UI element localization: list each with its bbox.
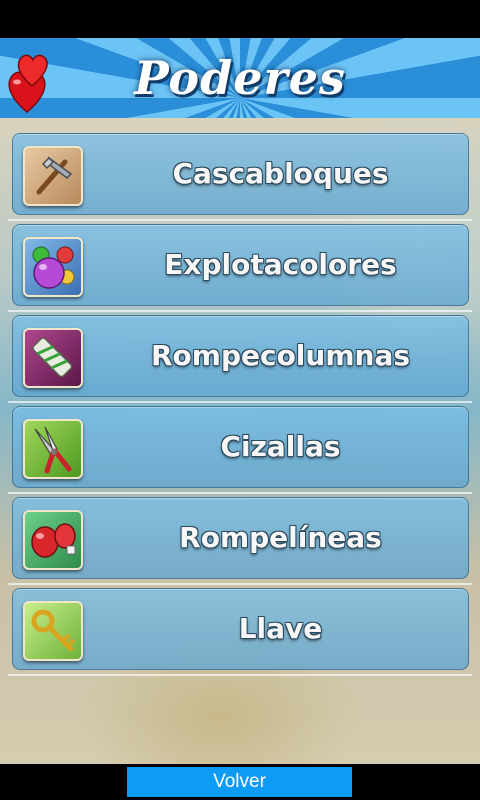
power-item-cascabloques[interactable]: Cascabloques (12, 133, 469, 215)
power-item-label: Explotacolores (164, 248, 397, 281)
power-item-label: Rompelíneas (179, 521, 382, 554)
power-item-rompecolumnas[interactable]: Rompecolumnas (12, 315, 469, 397)
divider (8, 310, 472, 312)
boxing-gloves-icon (23, 510, 83, 570)
power-item-label: Llave (238, 612, 323, 645)
header-banner: Poderes (0, 38, 480, 118)
power-item-rompelineas[interactable]: Rompelíneas (12, 497, 469, 579)
color-balloons-icon (23, 237, 83, 297)
power-item-cizallas[interactable]: Cizallas (12, 406, 469, 488)
divider (8, 674, 472, 676)
back-button[interactable]: Volver (127, 767, 352, 797)
power-item-explotacolores[interactable]: Explotacolores (12, 224, 469, 306)
divider (8, 583, 472, 585)
power-item-label: Cascabloques (172, 157, 389, 190)
divider (8, 492, 472, 494)
firework-rocket-icon (23, 328, 83, 388)
key-icon (23, 601, 83, 661)
divider (8, 401, 472, 403)
powers-list: Cascabloques Explotacolores Rompecolumna… (0, 118, 480, 764)
status-bar (0, 0, 480, 38)
divider (8, 219, 472, 221)
page-title: Poderes (134, 51, 346, 105)
power-item-label: Cizallas (220, 430, 341, 463)
hammer-icon (23, 146, 83, 206)
power-item-label: Rompecolumnas (150, 339, 411, 372)
shears-icon (23, 419, 83, 479)
power-item-llave[interactable]: Llave (12, 588, 469, 670)
